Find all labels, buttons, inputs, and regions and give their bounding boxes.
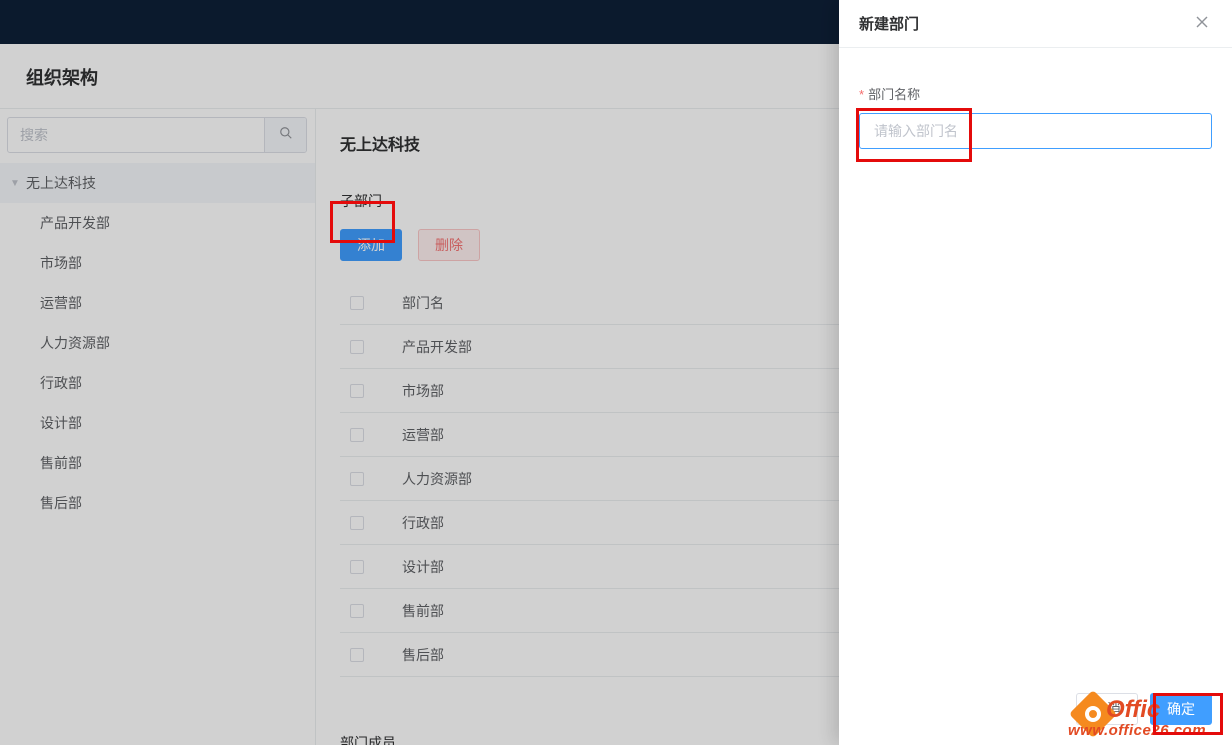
drawer-header: 新建部门 — [839, 0, 1232, 48]
input-wrap — [859, 113, 1212, 149]
drawer-title: 新建部门 — [859, 13, 1192, 34]
new-dept-drawer: 新建部门 * 部门名称 取消 确定 — [839, 0, 1232, 745]
required-star-icon: * — [859, 87, 864, 102]
cancel-button[interactable]: 取消 — [1076, 693, 1138, 725]
close-button[interactable] — [1192, 14, 1212, 34]
drawer-body: * 部门名称 — [839, 48, 1232, 681]
dept-name-label-text: 部门名称 — [868, 87, 920, 102]
confirm-button[interactable]: 确定 — [1150, 693, 1212, 725]
dept-name-input[interactable] — [859, 113, 1212, 149]
drawer-footer: 取消 确定 — [839, 681, 1232, 745]
dept-name-label: * 部门名称 — [859, 84, 1212, 103]
close-icon — [1196, 15, 1208, 33]
